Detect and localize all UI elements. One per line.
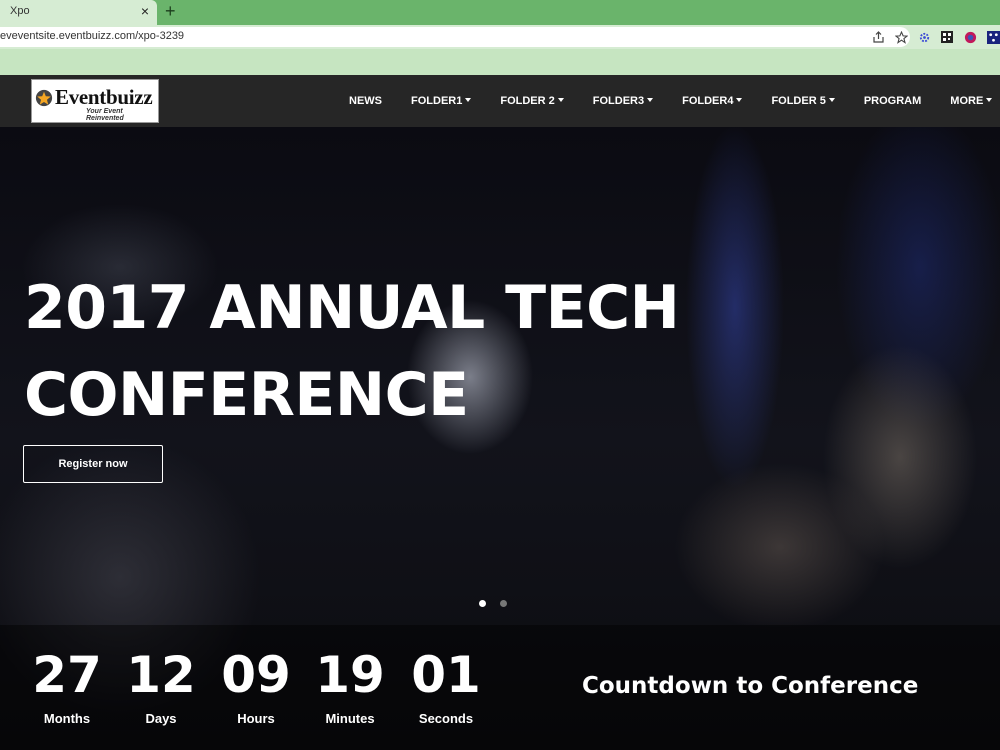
countdown-days: 12 Days [126,647,196,726]
nav-item-program[interactable]: PROGRAM [864,95,921,107]
countdown-value: 09 [221,646,291,704]
nav-label: FOLDER3 [592,95,645,107]
register-now-button[interactable]: Register now [23,445,163,483]
countdown-months: 27 Months [32,647,102,726]
countdown-label: Days [145,711,177,726]
logo-star-icon [35,89,53,107]
countdown-hours: 09 Hours [220,647,292,726]
extension-color-icon[interactable] [963,30,977,44]
caret-down-icon [465,98,472,102]
extension-network-icon[interactable] [986,30,1000,44]
countdown-bar: 27 Months 12 Days 09 Hours 19 Minutes 01… [0,625,1000,750]
countdown-label: Months [43,711,91,726]
countdown-label: Seconds [418,711,474,726]
countdown-value: 27 [32,646,102,704]
countdown-seconds: 01 Seconds [410,647,482,726]
logo-name: Eventbuizz [55,85,153,109]
nav-item-more[interactable]: MORE [950,95,993,107]
countdown-value: 19 [315,646,385,704]
bookmarks-bar [0,49,1000,75]
nav-label: FOLDER4 [682,95,734,107]
countdown-value: 12 [126,646,196,704]
slider-dots [479,600,507,607]
logo-tagline: Your Event Reinvented [86,108,124,122]
bookmark-star-icon[interactable] [894,30,908,44]
countdown-title: Countdown to Conference [582,673,919,699]
toolbar-icons [871,28,1000,46]
nav-item-news[interactable]: NEWS [349,95,382,107]
browser-tab[interactable]: Xpo × [0,0,157,25]
hero-title-line2: CONFERENCE [24,360,469,430]
nav-item-folder2[interactable]: FOLDER 2 [500,95,564,107]
browser-tab-bar: Xpo × + [0,0,1000,25]
nav-label: NEWS [349,95,382,107]
nav-item-folder5[interactable]: FOLDER 5 [771,95,835,107]
countdown-value: 01 [411,646,481,704]
site-logo[interactable]: Eventbuizz Your Event Reinvented [31,79,159,123]
slider-dot-1[interactable] [479,600,486,607]
countdown-label: Hours [237,711,275,726]
nav-label: MORE [950,95,984,107]
share-icon[interactable] [871,30,885,44]
extension-gear-icon[interactable] [917,30,931,44]
slider-dot-2[interactable] [500,600,507,607]
hero-banner: 2017 ANNUAL TECH CONFERENCE Register now… [0,127,1000,750]
nav-label: PROGRAM [863,95,922,107]
caret-down-icon [986,98,993,102]
caret-down-icon [647,98,654,102]
site-navbar: Eventbuizz Your Event Reinvented NEWS FO… [0,75,1000,127]
address-bar[interactable]: eveventsite.eventbuizz.com/xpo-3239 [0,27,910,47]
main-menu: NEWS FOLDER1 FOLDER 2 FOLDER3 FOLDER4 FO… [349,75,1000,127]
url-text: eveventsite.eventbuizz.com/xpo-3239 [0,30,185,42]
tab-close-icon[interactable]: × [141,3,149,19]
caret-down-icon [557,98,564,102]
nav-label: FOLDER 5 [771,95,826,107]
extension-qr-icon[interactable] [940,30,954,44]
nav-item-folder3[interactable]: FOLDER3 [592,95,654,107]
hero-title-line1: 2017 ANNUAL TECH [24,273,680,343]
caret-down-icon [828,98,835,102]
caret-down-icon [736,98,743,102]
countdown-minutes: 19 Minutes [314,647,386,726]
countdown-label: Minutes [325,711,375,726]
nav-label: FOLDER 2 [500,95,555,107]
nav-item-folder1[interactable]: FOLDER1 [411,95,472,107]
browser-toolbar: eveventsite.eventbuizz.com/xpo-3239 [0,25,1000,49]
new-tab-icon[interactable]: + [165,1,176,22]
nav-item-folder4[interactable]: FOLDER4 [682,95,743,107]
hero-title: 2017 ANNUAL TECH CONFERENCE [24,265,744,439]
tab-title: Xpo [10,5,30,17]
nav-label: FOLDER1 [411,95,463,107]
